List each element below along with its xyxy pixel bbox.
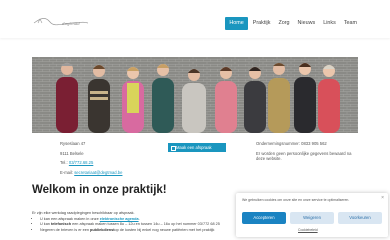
info-list: U kan een afspraak maken in onze elektro… — [32, 217, 252, 234]
address-street: Ryseslaan 47 — [60, 141, 86, 146]
email-label: E-mail: — [60, 169, 74, 175]
nav-links[interactable]: Links — [320, 17, 339, 30]
email-link[interactable]: secretariaat@degtmad.be — [74, 170, 122, 175]
make-appointment-label: Maak een afspraak — [176, 145, 212, 150]
cookie-policy-link[interactable]: Cookiebeleid — [298, 228, 318, 232]
cookie-preferences-button[interactable]: Voorkeuren — [338, 212, 382, 224]
phone-text-link: telefonisch — [50, 222, 72, 227]
list-item-text: Negeren de brieven is er een — [40, 227, 91, 232]
nav-zorg[interactable]: Zorg — [275, 17, 292, 30]
cookie-message: We gebruiken cookies om onze site en onz… — [242, 198, 350, 202]
public-service-link: publiekdienst — [90, 227, 115, 232]
page-title: Welkom in onze praktijk! — [32, 184, 167, 196]
list-item-text: . — [138, 216, 140, 221]
address-block: Ryseslaan 47 9111 Belsele Tel.: 03/772.6… — [60, 141, 122, 176]
calendar-icon — [171, 146, 176, 151]
nav-team[interactable]: Team — [341, 17, 360, 30]
logo-text: dagtmad — [62, 21, 80, 26]
logo-swoosh-icon[interactable] — [32, 14, 90, 28]
refuse-cookies-button[interactable]: Weigeren — [290, 212, 334, 224]
top-navbar: dagtmad Home Praktijk Zorg Nieuws Links … — [0, 0, 390, 38]
make-appointment-button[interactable]: Maak een afspraak — [168, 143, 226, 152]
phone-link[interactable]: 03/772.68.25 — [69, 160, 93, 165]
list-item-text: U kan — [40, 222, 51, 227]
company-number: Ondernemingsnummer: 0833 905 562 — [256, 141, 327, 146]
list-item-text: op de kosten bij enkel nog neuwe patiënt… — [114, 227, 215, 232]
phone-label: Tel.: — [60, 160, 68, 165]
welcome-text: Er zijn elke werkdag raadplegingen besch… — [32, 211, 252, 233]
list-item: Negeren de brieven is er een publiekdien… — [40, 228, 252, 234]
email-row: E-mail: secretariaat@degtmad.be — [60, 170, 122, 177]
privacy-note: Er worden geen persoonlijke gegevens bew… — [256, 150, 352, 161]
accept-cookies-button[interactable]: Accepteren — [242, 212, 286, 224]
nav-praktijk[interactable]: Praktijk — [250, 17, 274, 30]
cookie-banner: We gebruiken cookies om onze site en onz… — [236, 193, 388, 237]
list-item-text: een afspraak maken tussen 8u – 12u en tu… — [71, 222, 220, 227]
main-nav: Home Praktijk Zorg Nieuws Links Team — [225, 17, 360, 30]
phone-row: Tel.: 03/772.68.25 — [60, 160, 122, 167]
team-photo — [32, 57, 358, 133]
nav-nieuws[interactable]: Nieuws — [295, 17, 319, 30]
address-city: 9111 Belsele — [60, 150, 84, 156]
close-icon[interactable]: × — [381, 196, 384, 201]
nav-home[interactable]: Home — [225, 17, 248, 30]
company-info: Ondernemingsnummer: 0833 905 562 Er word… — [256, 141, 356, 161]
agenda-link[interactable]: elektronische agenda — [100, 217, 139, 221]
list-item-text: U kan een afspraak maken in onze — [40, 216, 100, 221]
